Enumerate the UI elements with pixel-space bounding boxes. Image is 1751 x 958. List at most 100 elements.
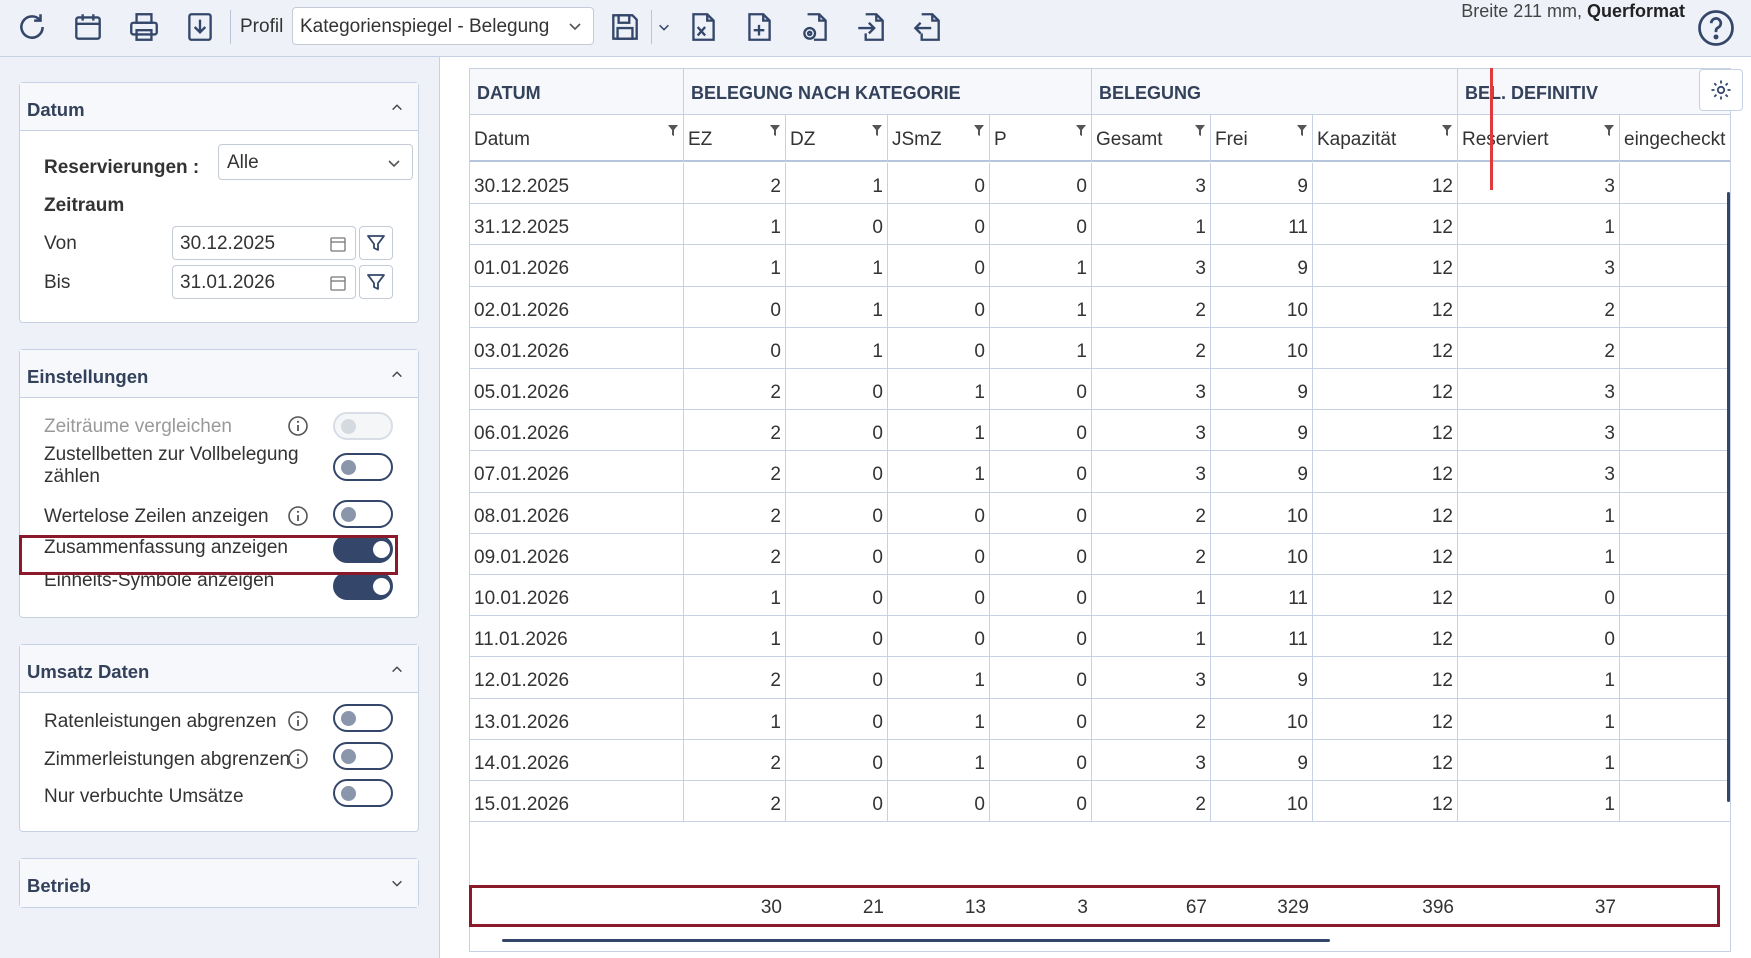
betrieb-card-header[interactable]: Betrieb bbox=[20, 859, 418, 907]
zimmer-label: Zimmerleistungen abgrenzen bbox=[44, 749, 291, 770]
print-icon[interactable] bbox=[122, 6, 166, 48]
table-cell bbox=[1620, 369, 1730, 411]
einheits-toggle[interactable] bbox=[333, 572, 393, 600]
column-filter-icon[interactable] bbox=[871, 124, 883, 138]
bis-filter-button[interactable] bbox=[359, 265, 393, 299]
column-filter-icon[interactable] bbox=[1194, 124, 1206, 138]
table-cell: 0 bbox=[786, 739, 888, 781]
verbucht-toggle[interactable] bbox=[333, 779, 393, 807]
profil-select[interactable]: Kategorienspiegel - Belegung bbox=[292, 7, 594, 45]
info-icon[interactable] bbox=[287, 415, 309, 437]
import-icon[interactable] bbox=[849, 6, 893, 48]
bis-label: Bis bbox=[44, 272, 71, 293]
zimmer-toggle[interactable] bbox=[333, 742, 393, 770]
column-header-label: eingecheckt bbox=[1624, 129, 1726, 150]
export-icon[interactable] bbox=[905, 6, 949, 48]
table-cell: 1 bbox=[888, 698, 990, 740]
table-cell: 12 bbox=[1313, 245, 1458, 287]
save-icon[interactable] bbox=[603, 6, 647, 48]
table-cell: 2 bbox=[1092, 781, 1211, 823]
filter-icon bbox=[367, 235, 385, 251]
table-cell: 1 bbox=[1458, 781, 1620, 823]
document-settings-icon[interactable] bbox=[793, 6, 837, 48]
toolbar: Profil Kategorienspiegel - Belegung Brei… bbox=[0, 0, 1751, 57]
table-cell: 1 bbox=[888, 410, 990, 452]
column-filter-icon[interactable] bbox=[1296, 124, 1308, 138]
table-cell: 08.01.2026 bbox=[470, 492, 684, 534]
column-header-9[interactable]: eingecheckt bbox=[1620, 115, 1730, 162]
von-value: 30.12.2025 bbox=[180, 233, 276, 254]
summary-highlight bbox=[469, 885, 1720, 927]
info-icon[interactable] bbox=[287, 748, 309, 770]
table-cell bbox=[1620, 781, 1730, 823]
table-cell: 0 bbox=[888, 492, 990, 534]
column-header-3[interactable]: JSmZ bbox=[888, 115, 990, 162]
column-header-1[interactable]: EZ bbox=[684, 115, 786, 162]
table-cell: 2 bbox=[684, 451, 786, 493]
filter-icon bbox=[367, 274, 385, 290]
von-filter-button[interactable] bbox=[359, 226, 393, 260]
column-filter-icon[interactable] bbox=[667, 124, 679, 138]
table-cell: 12.01.2026 bbox=[470, 657, 684, 699]
column-filter-icon[interactable] bbox=[769, 124, 781, 138]
column-header-0[interactable]: Datum bbox=[470, 115, 684, 162]
zeitraeume-toggle[interactable] bbox=[333, 412, 393, 440]
table-cell: 12 bbox=[1313, 657, 1458, 699]
table-cell: 14.01.2026 bbox=[470, 739, 684, 781]
table-cell: 2 bbox=[1458, 327, 1620, 369]
calendar-icon[interactable] bbox=[66, 6, 110, 48]
column-filter-icon[interactable] bbox=[1441, 124, 1453, 138]
zustellbetten-toggle[interactable] bbox=[333, 453, 393, 481]
umsatz-card-header[interactable]: Umsatz Daten bbox=[20, 645, 418, 693]
table-cell: 1 bbox=[1092, 575, 1211, 617]
vertical-scrollbar[interactable] bbox=[1727, 192, 1730, 802]
bis-date-input[interactable]: 31.01.2026 bbox=[172, 265, 356, 299]
calendar-icon[interactable] bbox=[329, 235, 347, 253]
table-cell: 12 bbox=[1313, 781, 1458, 823]
table-cell: 11.01.2026 bbox=[470, 616, 684, 658]
von-date-input[interactable]: 30.12.2025 bbox=[172, 226, 356, 260]
refresh-icon[interactable] bbox=[10, 6, 54, 48]
format-value: Querformat bbox=[1586, 1, 1685, 21]
column-header-8[interactable]: Reserviert bbox=[1458, 115, 1620, 162]
profil-label: Profil bbox=[240, 16, 284, 37]
column-header-7[interactable]: Kapazität bbox=[1313, 115, 1458, 162]
add-document-icon[interactable] bbox=[737, 6, 781, 48]
column-header-4[interactable]: P bbox=[990, 115, 1092, 162]
info-icon[interactable] bbox=[287, 710, 309, 732]
format-info: Breite 211 mm, Querformat bbox=[1461, 1, 1685, 22]
download-icon[interactable] bbox=[178, 6, 222, 48]
calendar-icon[interactable] bbox=[329, 274, 347, 292]
save-options-chevron-icon[interactable] bbox=[651, 6, 677, 48]
wertelose-toggle[interactable] bbox=[333, 500, 393, 528]
column-filter-icon[interactable] bbox=[1603, 124, 1615, 138]
table-cell: 2 bbox=[1092, 698, 1211, 740]
table-cell: 1 bbox=[684, 575, 786, 617]
reservierungen-select[interactable]: Alle bbox=[218, 144, 413, 180]
table-cell: 1 bbox=[888, 657, 990, 699]
umsatz-card: Umsatz Daten Ratenleistungen abgrenzen Z… bbox=[19, 644, 419, 832]
column-header-6[interactable]: Frei bbox=[1211, 115, 1313, 162]
table-cell: 0 bbox=[888, 163, 990, 205]
table-settings-button[interactable] bbox=[1699, 69, 1743, 111]
table-cell: 12 bbox=[1313, 286, 1458, 328]
einstellungen-card-header[interactable]: Einstellungen bbox=[20, 350, 418, 398]
einstellungen-card: Einstellungen Zeiträume vergleichen Zust… bbox=[19, 349, 419, 618]
table-cell: 2 bbox=[684, 739, 786, 781]
table-cell: 11 bbox=[1211, 204, 1313, 246]
table-cell: 9 bbox=[1211, 245, 1313, 287]
help-icon[interactable] bbox=[1694, 6, 1738, 50]
export-excel-icon[interactable] bbox=[681, 6, 725, 48]
column-filter-icon[interactable] bbox=[973, 124, 985, 138]
column-header-2[interactable]: DZ bbox=[786, 115, 888, 162]
horizontal-scrollbar[interactable] bbox=[502, 939, 1330, 942]
table-cell: 0 bbox=[990, 575, 1092, 617]
column-filter-icon[interactable] bbox=[1075, 124, 1087, 138]
chevron-up-icon bbox=[392, 371, 402, 378]
raten-toggle[interactable] bbox=[333, 704, 393, 732]
datum-card-header[interactable]: Datum bbox=[20, 83, 418, 131]
column-header-5[interactable]: Gesamt bbox=[1092, 115, 1211, 162]
umsatz-card-title: Umsatz Daten bbox=[27, 661, 150, 682]
table-cell: 2 bbox=[1092, 286, 1211, 328]
info-icon[interactable] bbox=[287, 505, 309, 527]
